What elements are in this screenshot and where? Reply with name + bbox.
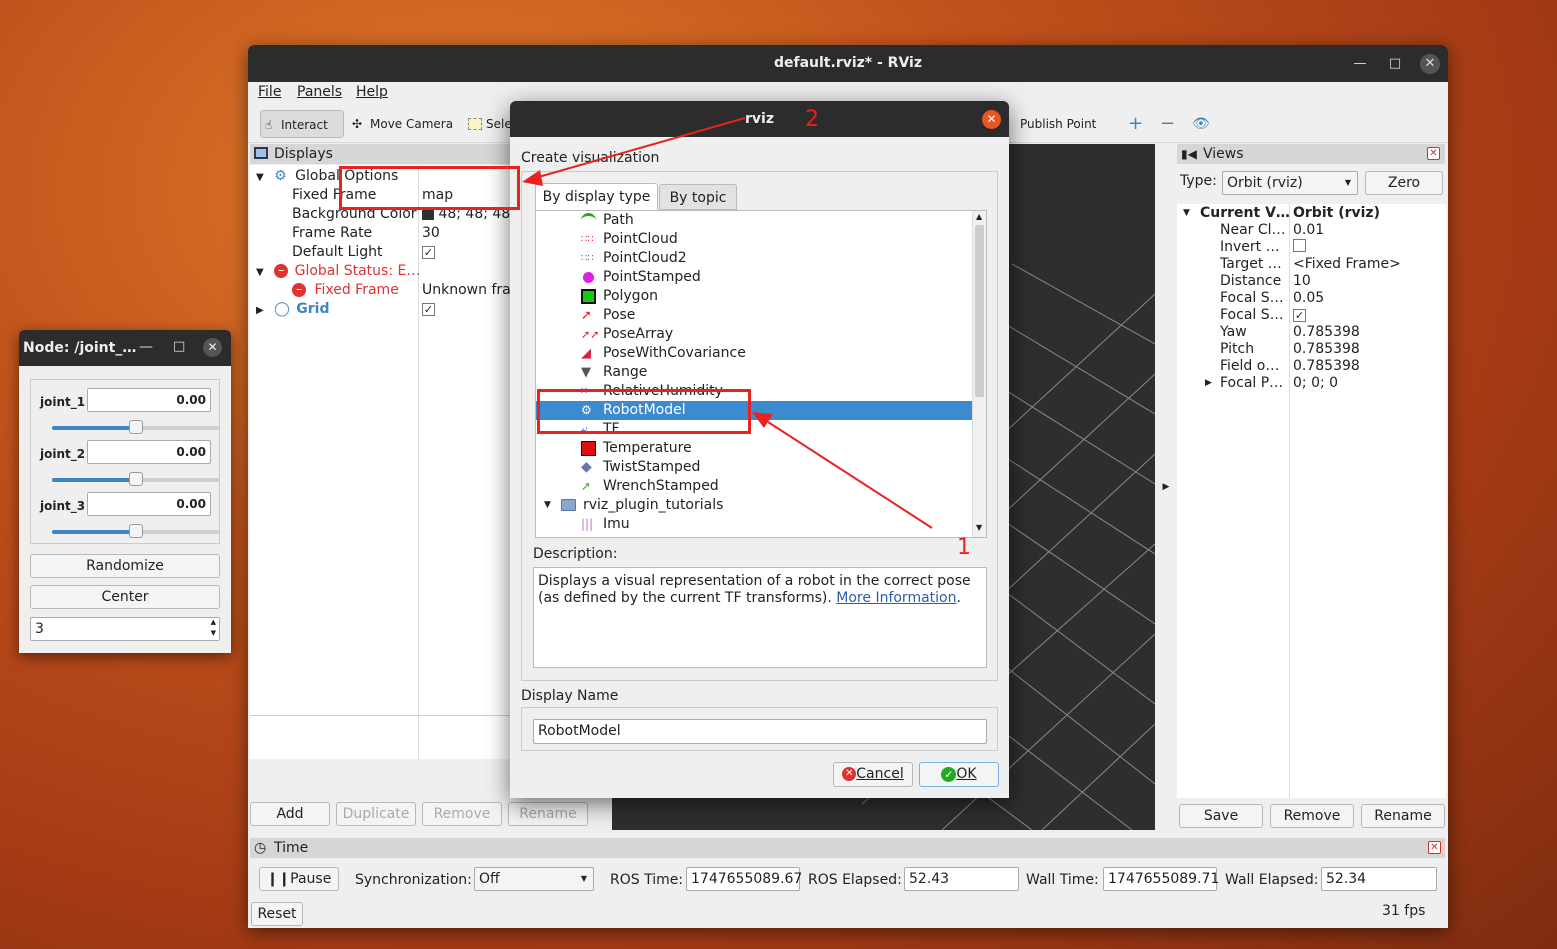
annotation-number-1: 1 [957, 535, 971, 560]
annotation-arrows [522, 117, 933, 529]
annotation-number-2: 2 [805, 107, 819, 132]
